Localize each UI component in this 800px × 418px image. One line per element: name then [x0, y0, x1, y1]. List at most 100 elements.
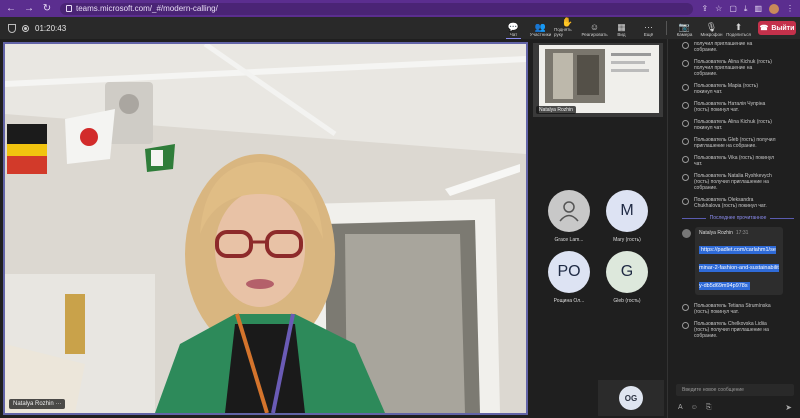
back-arrow-icon[interactable]: ← [6, 3, 16, 14]
participant-tile[interactable]: PO Рощина Ол... [548, 251, 590, 304]
list-item: Пользователь Наталія Чупріна (гость) пок… [682, 101, 794, 113]
participant-name: Рощина Ол... [553, 298, 585, 304]
person-event-icon [682, 322, 689, 329]
tool-react[interactable]: ☺ Реагировать [581, 17, 608, 39]
participant-tile[interactable]: Grace Lam... [548, 190, 590, 243]
share-icon: ⬆ [734, 22, 743, 32]
participant-tile[interactable]: G Gleb (гость) [606, 251, 648, 304]
main-video-feed[interactable]: Natalya Rozhin ··· [3, 42, 528, 415]
participants-icon: 👥 [534, 22, 547, 32]
tool-more[interactable]: ··· Ещё [635, 17, 662, 39]
toolbar-divider [666, 21, 667, 35]
chat-list: получил приглашение на собрание. Пользов… [668, 39, 800, 339]
list-item: Пользователь Mapia (гость) покинул чат. [682, 83, 794, 95]
chat-icon: 💬 [507, 22, 520, 32]
tool-raise-hand[interactable]: ✋ Поднять руку [554, 17, 581, 39]
url-text: teams.microsoft.com/_#/modern-calling/ [76, 4, 218, 13]
participant-name: Mary (гость) [613, 237, 641, 243]
self-video-tile[interactable]: OG [598, 380, 664, 416]
divider-line [770, 217, 794, 219]
forward-arrow-icon[interactable]: → [24, 3, 34, 14]
react-icon: ☺ [589, 22, 600, 32]
call-tools: 💬 Чат 👥 Участники ✋ Поднять руку ☺ Реагирова… [500, 17, 752, 39]
person-event-icon [682, 120, 689, 127]
list-item: Пользователь Natalia Ryshkevych (гость) … [682, 173, 794, 191]
view-icon: ▦ [617, 22, 626, 32]
download-icon[interactable]: ⤓ [744, 4, 748, 14]
shield-icon [8, 23, 16, 33]
tool-label: Камера [676, 32, 693, 37]
send-icon[interactable]: ➤ [785, 403, 792, 412]
raise-hand-icon: ✋ [561, 17, 574, 27]
chat-panel: получил приглашение на собрание. Пользов… [667, 39, 800, 418]
message-link[interactable]: https://padlet.com/carlahm1/seminar-2-fa… [699, 246, 779, 290]
list-item: Пользователь Tetiana Strumínska (гость) … [682, 303, 794, 315]
emoji-icon[interactable]: ☺ [691, 404, 698, 412]
person-icon [559, 201, 579, 222]
message-input[interactable]: Введите новое сообщение [676, 384, 794, 396]
mic-off-icon: 🎙 [705, 22, 718, 32]
star-icon[interactable]: ☆ [715, 4, 722, 13]
tool-label: Поднять руку [554, 27, 572, 37]
profile-avatar[interactable] [769, 3, 779, 14]
shared-name: Natalya Rozhin [539, 107, 573, 113]
tool-label: Участники [529, 32, 552, 37]
avatar [682, 229, 691, 238]
message-header: Natalya Rozhin 17:31 [699, 230, 779, 236]
participant-name: Gleb (гость) [613, 298, 641, 304]
message-author: Natalya Rozhin [699, 230, 733, 236]
recording-icon [22, 24, 29, 32]
shared-name-tag: Natalya Rozhin [536, 106, 576, 114]
tool-mic[interactable]: 🎙 Микрофон [698, 17, 725, 39]
address-bar[interactable]: teams.microsoft.com/_#/modern-calling/ [60, 2, 694, 15]
attach-icon[interactable]: ⎘ [706, 404, 712, 412]
person-event-icon [682, 60, 689, 67]
call-toolbar: 01:20:43 💬 Чат 👥 Участники ✋ Поднять руку ☺… [0, 17, 800, 39]
avatar: OG [619, 386, 643, 410]
lock-icon [66, 5, 72, 12]
tool-label: Вид [617, 32, 626, 37]
menu-icon[interactable]: ⋮ [786, 4, 794, 13]
tool-chat[interactable]: 💬 Чат [500, 17, 527, 39]
list-item: получил приглашение на собрание. [682, 41, 794, 53]
person-event-icon [682, 304, 689, 311]
camera-icon: 📷 [678, 22, 691, 32]
speaker-video-image [5, 44, 526, 413]
shared-video-tile[interactable]: Natalya Rozhin [533, 43, 663, 117]
person-event-icon [682, 198, 689, 205]
call-timer: 01:20:43 [35, 23, 67, 33]
list-item: Пользователь Chelkovska Lidiia (гость) п… [682, 321, 794, 339]
list-item: Пользователь Alina Kichuk (гость) покину… [682, 119, 794, 131]
tool-participants[interactable]: 👥 Участники [527, 17, 554, 39]
leave-label: Выйти [771, 24, 795, 32]
leave-button[interactable]: ☎ Выйти [758, 21, 796, 35]
browser-extensions: ⇪ ☆ ▢ ⤓ ▥ ⋮ [701, 3, 794, 14]
avatar [548, 190, 590, 232]
share-page-icon[interactable]: ⇪ [701, 4, 708, 13]
person-event-icon [682, 42, 689, 49]
avatar: M [606, 190, 648, 232]
speaker-name: Natalya Rozhin [13, 401, 54, 407]
participant-tile[interactable]: M Mary (гость) [606, 190, 648, 243]
list-item: Пользователь Alina Kichuk (гость) получи… [682, 59, 794, 77]
tool-camera[interactable]: 📷 Камера [671, 17, 698, 39]
compose-toolbar: A ☺ ⎘ [678, 404, 711, 412]
divider-line [682, 217, 706, 219]
extensions-icon[interactable]: ▢ [729, 4, 737, 13]
format-icon[interactable]: A [678, 404, 683, 412]
tool-label: Ещё [643, 32, 654, 37]
tool-share[interactable]: ⬆ Поделиться [725, 17, 752, 39]
message-bubble: Natalya Rozhin 17:31 https://padlet.com/c… [695, 227, 783, 295]
phone-icon: ☎ [759, 25, 769, 32]
avatar: PO [548, 251, 590, 293]
tool-label: Чат [509, 32, 518, 37]
sidebar-icon[interactable]: ▥ [754, 4, 762, 13]
reload-icon[interactable]: ↻ [42, 3, 52, 14]
browser-toolbar: ← → ↻ teams.microsoft.com/_#/modern-call… [0, 0, 800, 17]
person-event-icon [682, 156, 689, 163]
last-read-divider: Последнее прочитанное [682, 215, 794, 221]
tool-view[interactable]: ▦ Вид [608, 17, 635, 39]
speaker-name-tag: Natalya Rozhin ··· [9, 399, 66, 409]
tool-label: Поделиться [726, 32, 751, 37]
more-icon: ··· [644, 22, 653, 32]
